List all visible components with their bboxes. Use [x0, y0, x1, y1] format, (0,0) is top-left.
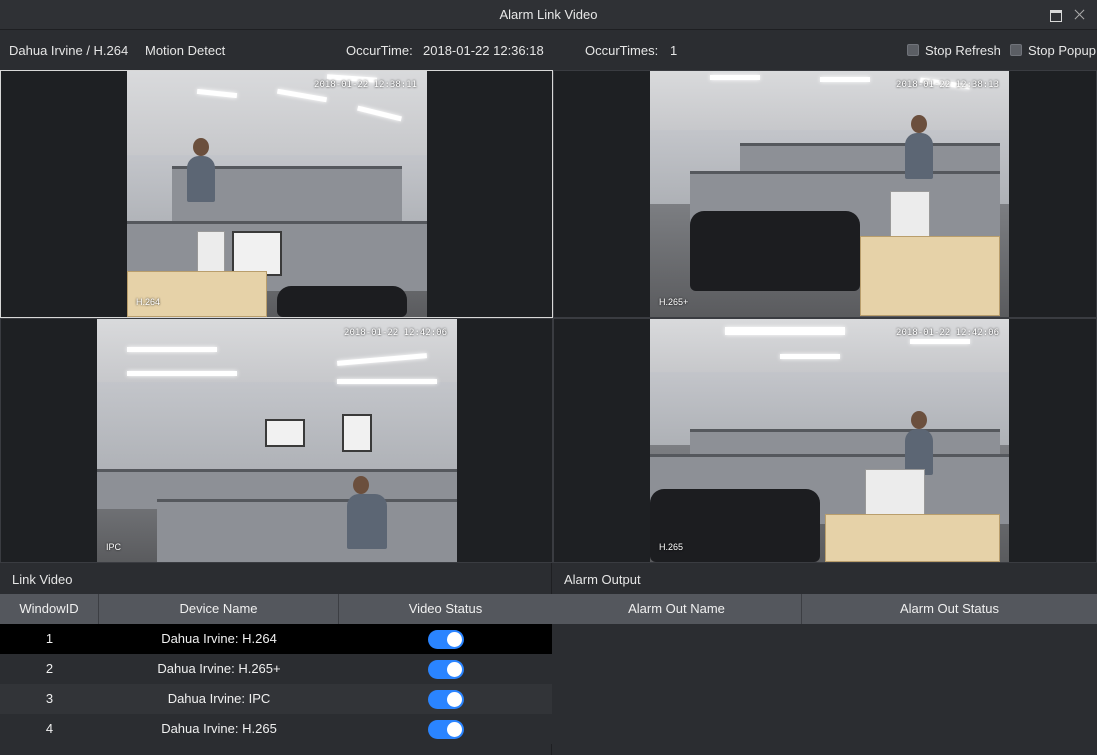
video-status-cell	[339, 654, 552, 684]
occur-times-label: OccurTimes:	[585, 43, 659, 58]
window-title: Alarm Link Video	[499, 7, 598, 22]
window-id-cell: 3	[45, 691, 54, 706]
column-header-device-name[interactable]: Device Name	[99, 594, 339, 624]
device-name-cell: Dahua Irvine: H.265	[161, 721, 277, 736]
link-video-panel: Link Video WindowID Device Name Video St…	[0, 563, 552, 755]
table-row[interactable]: 1 Dahua Irvine: H.264	[0, 624, 552, 654]
device-name-cell: Dahua Irvine: H.264	[161, 631, 277, 646]
video-feed-4: 2018-01-22 12:42:06 H.265	[650, 319, 1009, 562]
video-window-3[interactable]: 2018-01-22 12:42:06 IPC	[0, 318, 553, 563]
video-status-cell	[339, 714, 552, 744]
occur-times-value: 1	[670, 43, 678, 58]
video-feed-1: 2018-01-22 12:38:11 H.264	[127, 71, 427, 317]
video-status-cell	[339, 624, 552, 654]
camera-timestamp: 2018-01-22 12:38:13	[896, 80, 999, 90]
alarm-output-list	[552, 624, 1097, 755]
alarm-output-panel: Alarm Output Alarm Out Name Alarm Out St…	[552, 563, 1097, 755]
event-type-label: Motion Detect	[145, 43, 226, 58]
video-feed-2: 2018-01-22 12:38:13 H.265+	[650, 71, 1009, 317]
stop-popup-label[interactable]: Stop Popup	[1028, 43, 1096, 58]
stop-refresh-checkbox[interactable]	[907, 44, 919, 56]
column-header-alarm-out-status[interactable]: Alarm Out Status	[802, 594, 1097, 624]
video-status-toggle[interactable]	[428, 720, 464, 739]
video-window-1[interactable]: 2018-01-22 12:38:11 H.264	[0, 70, 553, 318]
camera-timestamp: 2018-01-22 12:38:11	[314, 80, 417, 90]
device-name-cell: Dahua Irvine: H.265+	[157, 661, 281, 676]
column-header-alarm-out-name[interactable]: Alarm Out Name	[552, 594, 802, 624]
column-header-window-id[interactable]: WindowID	[0, 594, 99, 624]
video-window-2[interactable]: 2018-01-22 12:38:13 H.265+	[553, 70, 1097, 318]
occur-time-label: OccurTime:	[346, 43, 413, 58]
video-status-toggle[interactable]	[428, 630, 464, 649]
stop-popup-checkbox[interactable]	[1010, 44, 1022, 56]
device-name-cell: Dahua Irvine: IPC	[167, 691, 271, 706]
video-status-toggle[interactable]	[428, 690, 464, 709]
window-id-cell: 4	[45, 721, 54, 736]
link-video-title: Link Video	[12, 572, 73, 587]
video-status-toggle[interactable]	[428, 660, 464, 679]
link-video-header: WindowID Device Name Video Status	[0, 594, 552, 624]
maximize-icon[interactable]	[1048, 7, 1064, 23]
close-icon[interactable]	[1072, 7, 1088, 23]
table-row[interactable]: 3 Dahua Irvine: IPC	[0, 684, 552, 714]
title-bar: Alarm Link Video	[0, 0, 1097, 30]
video-grid: 2018-01-22 12:38:11 H.264 2018-01-22 12:…	[0, 70, 1097, 563]
alarm-info-bar: Dahua Irvine / H.264 Motion Detect Occur…	[0, 30, 1097, 70]
device-label: Dahua Irvine / H.264	[9, 43, 129, 58]
camera-codec-label: IPC	[106, 542, 122, 552]
table-row[interactable]: 4 Dahua Irvine: H.265	[0, 714, 552, 744]
alarm-output-header: Alarm Out Name Alarm Out Status	[552, 594, 1097, 624]
alarm-output-title: Alarm Output	[564, 572, 641, 587]
column-header-video-status[interactable]: Video Status	[339, 594, 552, 624]
video-feed-3: 2018-01-22 12:42:06 IPC	[97, 319, 457, 562]
camera-timestamp: 2018-01-22 12:42:06	[344, 328, 447, 338]
camera-timestamp: 2018-01-22 12:42:06	[896, 328, 999, 338]
occur-time-value: 2018-01-22 12:36:18	[423, 43, 544, 58]
window-id-cell: 2	[45, 661, 54, 676]
table-row[interactable]: 2 Dahua Irvine: H.265+	[0, 654, 552, 684]
window-id-cell: 1	[45, 631, 54, 646]
camera-codec-label: H.265	[659, 542, 684, 552]
stop-refresh-label[interactable]: Stop Refresh	[925, 43, 1001, 58]
camera-codec-label: H.264	[136, 297, 161, 307]
video-window-4[interactable]: 2018-01-22 12:42:06 H.265	[553, 318, 1097, 563]
video-status-cell	[339, 684, 552, 714]
camera-codec-label: H.265+	[659, 297, 689, 307]
